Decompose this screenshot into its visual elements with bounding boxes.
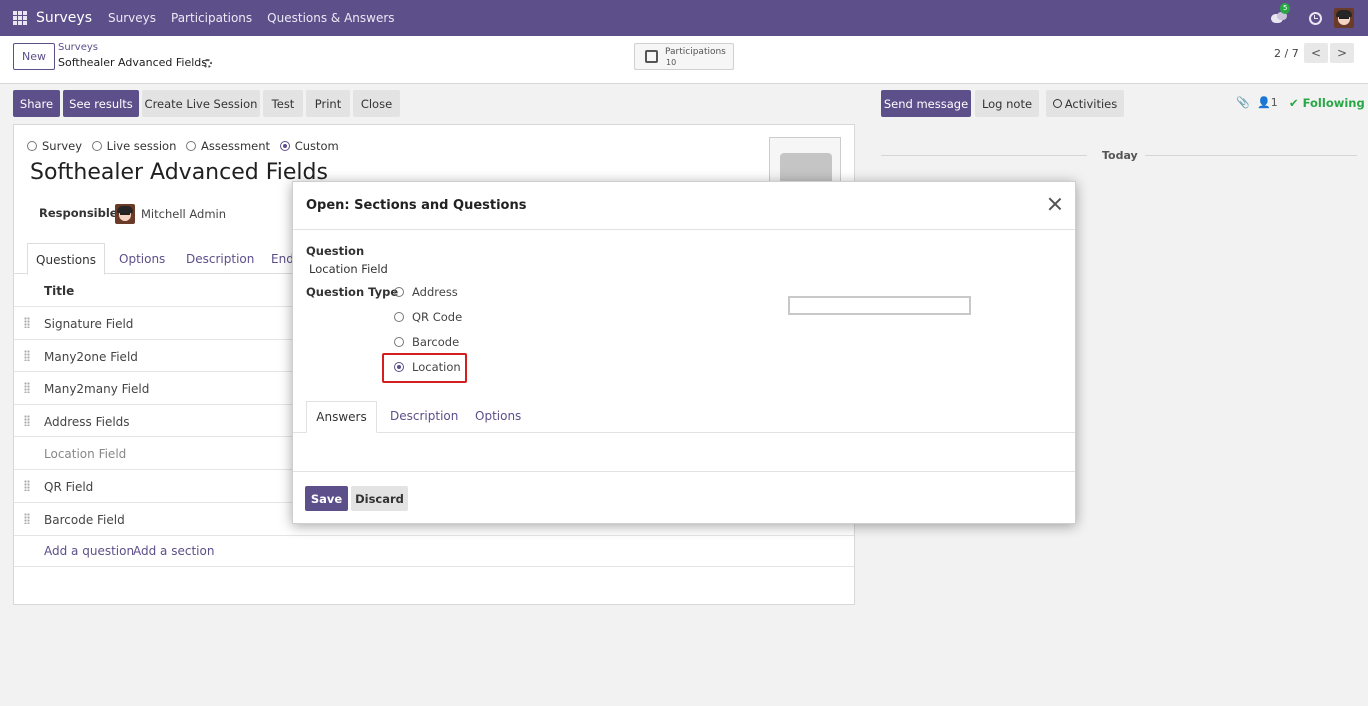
menu-surveys[interactable]: Surveys — [108, 11, 156, 25]
menu-participations[interactable]: Participations — [171, 11, 252, 25]
participations-count: 10 — [666, 58, 677, 67]
add-question-link[interactable]: Add a question — [44, 544, 134, 558]
app-name[interactable]: Surveys — [36, 10, 92, 26]
tab-description[interactable]: Description — [186, 252, 254, 266]
drag-handle-icon[interactable] — [24, 513, 30, 524]
survey-title[interactable]: Softhealer Advanced Fields — [30, 160, 328, 185]
tab-answers[interactable]: Answers — [306, 401, 377, 433]
divider — [293, 229, 1075, 230]
responsible-field[interactable]: Mitchell Admin — [141, 207, 226, 221]
drag-handle-icon[interactable] — [24, 317, 30, 328]
survey-type-radio-group: Survey Live session Assessment Custom — [27, 139, 345, 153]
radio-icon — [394, 312, 404, 322]
user-avatar[interactable] — [1334, 8, 1354, 28]
create-live-session-button[interactable]: Create Live Session — [142, 90, 260, 117]
drag-handle-icon[interactable] — [24, 415, 30, 426]
activity-clock-icon[interactable] — [1309, 11, 1322, 25]
tab-questions[interactable]: Questions — [27, 243, 105, 275]
log-note-button[interactable]: Log note — [975, 90, 1039, 117]
close-button[interactable]: Close — [353, 90, 400, 117]
divider — [293, 432, 1075, 433]
pager-prev-button[interactable]: < — [1304, 43, 1328, 63]
apps-menu-icon[interactable] — [13, 11, 27, 25]
today-separator: Today — [1102, 149, 1138, 162]
drag-handle-icon[interactable] — [24, 480, 30, 491]
drag-handle-icon[interactable] — [24, 382, 30, 393]
drag-handle-icon[interactable] — [24, 350, 30, 361]
discard-button[interactable]: Discard — [351, 486, 408, 511]
checkbox-icon — [645, 50, 658, 63]
question-dialog: Open: Sections and Questions Question Lo… — [292, 181, 1076, 524]
divider — [881, 155, 1087, 156]
question-label: Question — [306, 244, 365, 258]
share-button[interactable]: Share — [13, 90, 60, 117]
text-input[interactable] — [788, 296, 971, 315]
activities-button[interactable]: Activities — [1046, 90, 1124, 117]
close-icon[interactable] — [1047, 196, 1063, 212]
breadcrumb-current: Softhealer Advanced Fields — [58, 56, 207, 69]
clock-icon — [1052, 99, 1062, 108]
test-button[interactable]: Test — [263, 90, 303, 117]
participations-label: Participations — [665, 47, 726, 57]
activities-label: Activities — [1064, 96, 1118, 111]
survey-type-custom[interactable]: Custom — [279, 139, 339, 153]
messages-icon[interactable]: 5 — [1271, 3, 1291, 25]
column-title[interactable]: Title — [44, 284, 74, 298]
tab-options[interactable]: Options — [119, 252, 165, 266]
avatar — [115, 204, 135, 224]
pager-value[interactable]: 2 / 7 — [1274, 47, 1299, 60]
following-label: Following — [1302, 96, 1365, 110]
highlight-box — [382, 353, 467, 383]
question-type-qr-code[interactable]: QR Code — [394, 310, 462, 324]
menu-questions-answers[interactable]: Questions & Answers — [267, 11, 394, 25]
see-results-button[interactable]: See results — [63, 90, 139, 117]
send-message-button[interactable]: Send message — [881, 90, 971, 117]
divider — [1145, 155, 1357, 156]
radio-icon — [186, 141, 197, 151]
responsible-label: Responsible — [39, 206, 118, 220]
check-icon: ✔ — [1289, 96, 1303, 110]
tab-description[interactable]: Description — [390, 409, 458, 423]
followers-button[interactable]: 👤1 — [1257, 96, 1278, 109]
followers-count: 1 — [1270, 96, 1278, 109]
top-navbar: Surveys Surveys Participations Questions… — [0, 0, 1368, 36]
radio-selected-icon — [279, 141, 290, 151]
person-icon: 👤 — [1257, 96, 1271, 109]
survey-type-live-session[interactable]: Live session — [91, 139, 176, 153]
add-section-link[interactable]: Add a section — [133, 544, 214, 558]
gear-icon[interactable] — [203, 59, 212, 68]
question-type-address[interactable]: Address — [394, 285, 458, 299]
radio-icon — [91, 141, 102, 151]
participations-smart-button[interactable]: Participations 10 — [634, 43, 734, 70]
survey-type-survey[interactable]: Survey — [27, 139, 82, 153]
question-field[interactable]: Location Field — [309, 262, 388, 276]
question-type-barcode[interactable]: Barcode — [394, 335, 459, 349]
radio-icon — [394, 337, 404, 347]
survey-type-assessment[interactable]: Assessment — [186, 139, 270, 153]
new-button[interactable]: New — [13, 43, 55, 70]
question-type-label: Question Type — [306, 285, 399, 299]
save-button[interactable]: Save — [305, 486, 348, 511]
pager-next-button[interactable]: > — [1330, 43, 1354, 63]
divider — [293, 471, 1075, 472]
tab-options[interactable]: Options — [475, 409, 521, 423]
breadcrumb-surveys[interactable]: Surveys — [58, 42, 98, 53]
dialog-title: Open: Sections and Questions — [306, 198, 527, 213]
following-button[interactable]: ✔ Following — [1289, 96, 1365, 110]
tab-end[interactable]: End — [271, 252, 294, 266]
messages-count-badge: 5 — [1280, 3, 1291, 14]
print-button[interactable]: Print — [306, 90, 350, 117]
survey-image[interactable] — [769, 137, 841, 187]
radio-icon — [394, 287, 404, 297]
paperclip-icon[interactable]: 📎 — [1236, 96, 1250, 109]
radio-icon — [27, 141, 37, 151]
